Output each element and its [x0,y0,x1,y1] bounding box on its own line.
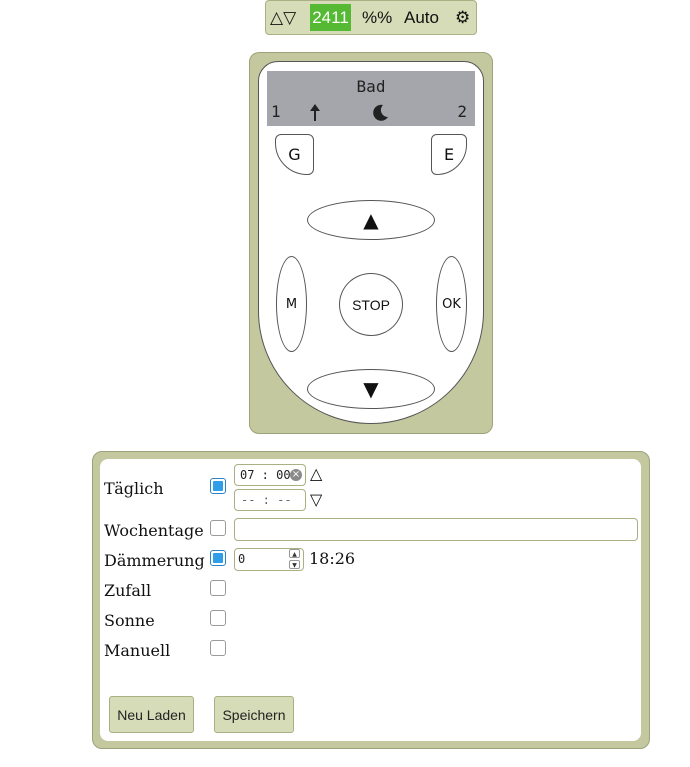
down-time-symbol: ▽ [310,490,323,509]
dusk-label: Dämmerung [104,551,205,570]
dusk-time: 18:26 [309,549,356,568]
sun-checkbox[interactable] [210,610,226,626]
sun-label: Sonne [104,611,155,630]
device-code-badge[interactable]: 2411 [310,4,351,31]
manual-label: Manuell [104,641,171,660]
top-status-bar: △▽ 2411 %% Auto ⚙ [265,0,477,35]
display-right-number: 2 [457,102,467,121]
manual-checkbox[interactable] [210,640,226,656]
clear-time-icon[interactable]: × [290,469,302,481]
weekdays-input[interactable] [234,518,638,541]
percent-button[interactable]: %% [362,6,392,30]
m-button[interactable]: M [276,256,307,352]
up-time-symbol: △ [310,464,323,483]
random-checkbox[interactable] [210,580,226,596]
moon-icon [373,104,388,121]
up-button[interactable]: ▲ [307,200,435,240]
auto-mode-button[interactable]: Auto [404,6,439,30]
remote-display: Bad 1 2 [267,71,475,126]
display-room-name: Bad [356,77,386,96]
weekdays-checkbox[interactable] [210,520,226,536]
spin-down-icon[interactable]: ▼ [289,560,300,569]
random-label: Zufall [104,581,152,600]
up-down-arrows[interactable]: △▽ [270,6,296,30]
display-left-number: 1 [271,102,281,121]
gear-icon[interactable]: ⚙ [455,6,470,30]
weekdays-label: Wochentage [104,521,204,540]
down-button[interactable]: ▼ [307,369,435,409]
daily-down-time-input[interactable]: -- : -- [234,489,306,511]
reload-button[interactable]: Neu Laden [109,696,194,733]
daily-checkbox[interactable] [210,478,226,494]
stop-button[interactable]: STOP [339,273,403,336]
dusk-offset-stepper[interactable]: ▲ ▼ [289,549,302,570]
daily-label: Täglich [104,479,164,498]
spin-up-icon[interactable]: ▲ [289,549,300,558]
dusk-checkbox[interactable] [210,550,226,566]
ok-button[interactable]: OK [436,256,467,352]
arrow-up-icon [310,104,320,121]
save-button[interactable]: Speichern [214,696,294,733]
